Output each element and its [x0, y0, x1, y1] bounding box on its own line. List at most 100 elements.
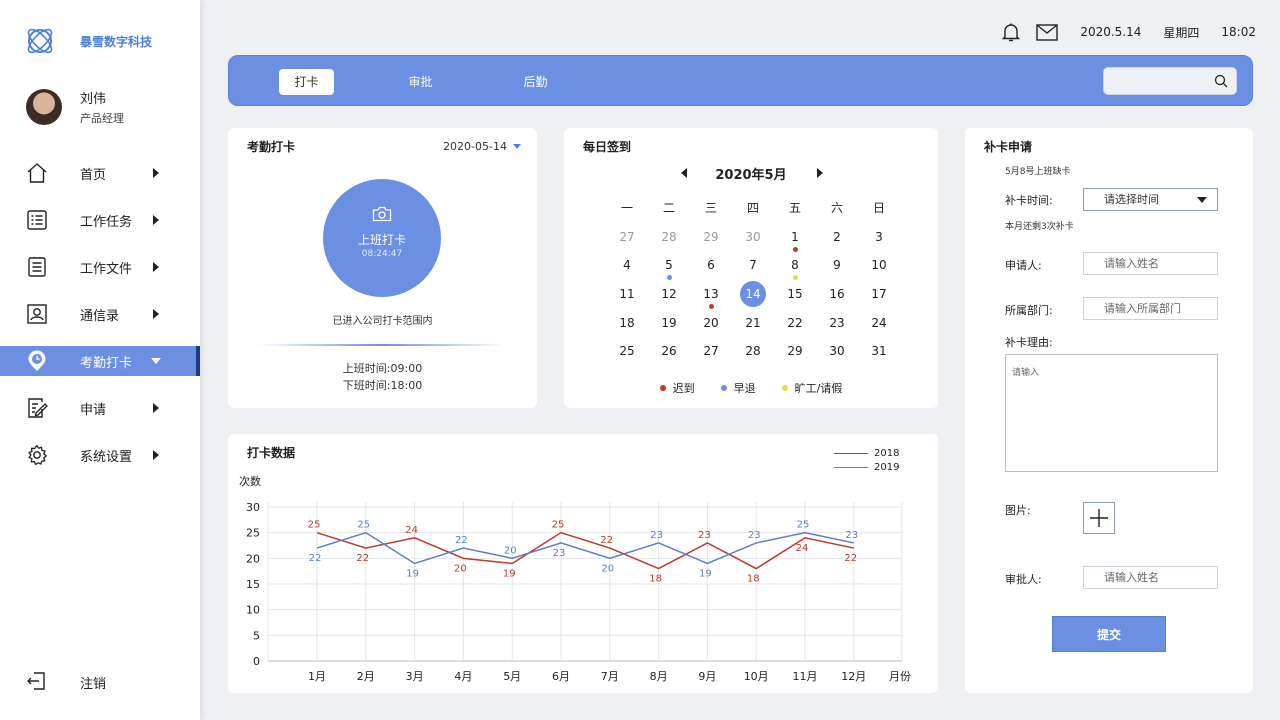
x-axis-label: 月份 — [889, 670, 911, 683]
sidebar-item-label: 考勤打卡 — [80, 355, 133, 371]
status-dot-absent — [792, 275, 798, 281]
day-number: 5 — [665, 258, 673, 273]
calendar-day[interactable]: 20 — [690, 313, 732, 342]
calendar-day[interactable]: 22 — [774, 313, 816, 342]
search-icon[interactable] — [1214, 74, 1228, 91]
gear-icon — [26, 444, 48, 466]
calendar-day[interactable]: 30 — [732, 227, 774, 256]
search-input[interactable] — [1103, 67, 1237, 95]
date-picker[interactable]: 2020-05-14 — [443, 140, 521, 153]
calendar-day[interactable]: 13 — [690, 284, 732, 313]
calendar-day[interactable]: 16 — [816, 284, 858, 313]
tab-approval[interactable]: 审批 — [393, 69, 448, 95]
day-number: 24 — [871, 315, 887, 330]
sidebar-item-apply[interactable]: 申请 — [0, 393, 200, 423]
calendar-day[interactable]: 17 — [858, 284, 900, 313]
calendar-day[interactable]: 12 — [648, 284, 690, 313]
logout-button[interactable]: 注销 — [26, 670, 106, 695]
calendar-day[interactable]: 7 — [732, 255, 774, 284]
submit-button[interactable]: 提交 — [1052, 616, 1166, 652]
chart-card: 打卡数据 2018 2019 0 5 10 15 20 25 30 1月 2月 3月 4月 5月 6月 7… — [228, 434, 938, 693]
calendar-day[interactable]: 31 — [858, 341, 900, 370]
y-tick-label: 15 — [246, 578, 260, 591]
mail-icon[interactable] — [1036, 23, 1059, 41]
calendar-day[interactable]: 30 — [816, 341, 858, 370]
calendar-day[interactable]: 10 — [858, 255, 900, 284]
brand[interactable]: 暴雪数字科技 — [24, 25, 152, 57]
data-label-2019: 23 — [553, 548, 566, 559]
sidebar-item-home[interactable]: 首页 — [0, 158, 200, 188]
data-label-2018: 24 — [405, 525, 418, 536]
y-tick-label: 30 — [246, 501, 260, 514]
weekday-header: 一二三四五六日 — [606, 198, 900, 227]
remaining-note: 本月还剩3次补卡 — [1005, 222, 1074, 232]
user-profile[interactable]: 刘伟 产品经理 — [26, 88, 124, 126]
day-number: 12 — [661, 287, 677, 302]
calendar-day[interactable]: 1 — [774, 227, 816, 256]
x-tick-label: 7月 — [601, 670, 619, 683]
calendar-day[interactable]: 18 — [606, 313, 648, 342]
add-image-button[interactable] — [1083, 502, 1115, 534]
calendar-day[interactable]: 11 — [606, 284, 648, 313]
sidebar-item-tasks[interactable]: 工作任务 — [0, 205, 200, 235]
calendar-grid: 一二三四五六日 27 28 29 30 1 2 3 4 5 6 7 8 9 10 11 12 13 14 15 16 17… — [606, 198, 900, 370]
calendar-day[interactable]: 27 — [690, 341, 732, 370]
reason-textarea[interactable]: 请输入 — [1005, 354, 1218, 472]
x-tick-label: 11月 — [793, 670, 818, 683]
day-number: 10 — [871, 258, 887, 273]
calendar-day[interactable]: 23 — [816, 313, 858, 342]
day-number: 8 — [791, 258, 799, 273]
day-number: 13 — [703, 287, 719, 302]
date-value: 2020-05-14 — [443, 140, 507, 153]
weekday-label: 三 — [704, 201, 717, 215]
day-number: 15 — [787, 287, 803, 302]
calendar-day[interactable]: 2 — [816, 227, 858, 256]
calendar-day[interactable]: 19 — [648, 313, 690, 342]
calendar-day[interactable]: 9 — [816, 255, 858, 284]
calendar-day[interactable]: 3 — [858, 227, 900, 256]
calendar-day[interactable]: 6 — [690, 255, 732, 284]
calendar-day[interactable]: 5 — [648, 255, 690, 284]
calendar-day[interactable]: 27 — [606, 227, 648, 256]
calendar-week: 11 12 13 14 15 16 17 — [606, 281, 900, 313]
calendar-day-today[interactable]: 14 — [732, 281, 774, 313]
calendar-day[interactable]: 28 — [648, 227, 690, 256]
caret-down-icon — [1197, 197, 1207, 203]
calendar-day[interactable]: 29 — [774, 341, 816, 370]
calendar-day[interactable]: 28 — [732, 341, 774, 370]
approver-input[interactable]: 请输入姓名 — [1083, 566, 1218, 589]
tab-punch[interactable]: 打卡 — [279, 69, 334, 95]
calendar-week: 4 5 6 7 8 9 10 — [606, 255, 900, 284]
calendar-day[interactable]: 26 — [648, 341, 690, 370]
time-select[interactable]: 请选择时间 — [1083, 188, 1218, 211]
next-month-icon[interactable] — [817, 168, 823, 178]
caret-down-icon — [513, 144, 521, 149]
calendar-day[interactable]: 15 — [774, 284, 816, 313]
brand-name: 暴雪数字科技 — [80, 34, 153, 49]
calendar-day[interactable]: 24 — [858, 313, 900, 342]
tab-logistics[interactable]: 后勤 — [508, 69, 563, 95]
attendance-card: 考勤打卡 2020-05-14 上班打卡 08:24:47 已进入公司打卡范围内… — [228, 128, 537, 408]
calendar-day[interactable]: 29 — [690, 227, 732, 256]
dept-input[interactable]: 请输入所属部门 — [1083, 297, 1218, 320]
punch-in-button[interactable]: 上班打卡 08:24:47 — [323, 179, 441, 297]
weekday-label: 日 — [872, 201, 885, 215]
day-number: 18 — [619, 315, 635, 330]
calendar-day[interactable]: 25 — [606, 341, 648, 370]
legend-item-late: 迟到 — [659, 380, 695, 396]
makeup-card: 补卡申请 5月8号上班缺卡 补卡时间: 请选择时间 本月还剩3次补卡 申请人: … — [965, 128, 1253, 693]
calendar-day[interactable]: 8 — [774, 255, 816, 284]
x-tick-label: 8月 — [650, 670, 668, 683]
sidebar-item-attendance[interactable]: 考勤打卡 — [0, 346, 200, 376]
applicant-input[interactable]: 请输入姓名 — [1083, 252, 1218, 275]
sidebar-item-settings[interactable]: 系统设置 — [0, 440, 200, 470]
calendar-title: 每日签到 — [583, 140, 632, 154]
day-number: 20 — [703, 315, 719, 330]
sidebar-item-contacts[interactable]: 通信录 — [0, 299, 200, 329]
sidebar-item-files[interactable]: 工作文件 — [0, 252, 200, 282]
day-number: 1 — [791, 229, 799, 244]
legend-item-absent: 旷工/请假 — [781, 380, 842, 396]
calendar-day[interactable]: 4 — [606, 255, 648, 284]
bell-icon[interactable] — [1002, 22, 1021, 42]
calendar-day[interactable]: 21 — [732, 313, 774, 342]
